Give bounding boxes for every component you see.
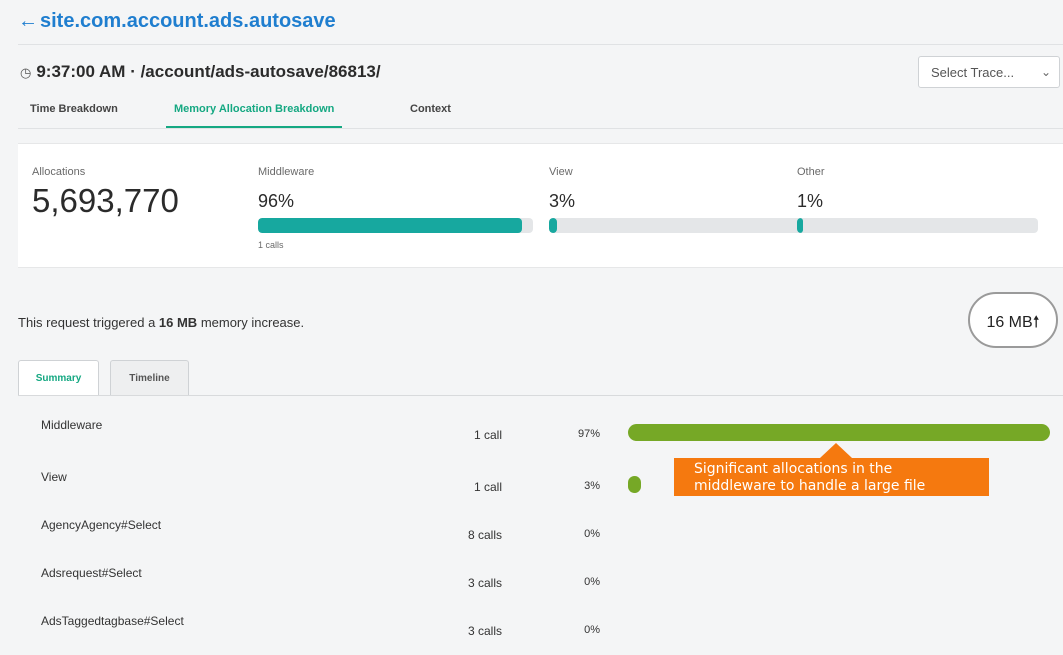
increase-prefix: This request triggered a	[18, 315, 159, 330]
tab-time-breakdown[interactable]: Time Breakdown	[30, 96, 118, 128]
row-name: View	[41, 470, 67, 484]
back-link-label: site.com.account.ads.autosave	[40, 10, 336, 32]
increase-suffix: memory increase.	[197, 315, 305, 330]
tab-timeline[interactable]: Timeline	[110, 360, 189, 395]
row-percent: 3%	[584, 480, 600, 492]
other-percent: 1%	[797, 191, 824, 211]
chevron-down-icon: ⌄	[1040, 65, 1051, 79]
middleware-progress-fill	[258, 218, 522, 233]
other-progress-fill	[797, 218, 804, 233]
annotation-callout: Significant allocations in the middlewar…	[674, 458, 989, 496]
header-divider	[18, 44, 1063, 45]
row-percent: 0%	[584, 528, 600, 540]
row-bar	[628, 476, 641, 493]
row-percent: 0%	[584, 576, 600, 588]
increase-amount: 16 MB	[158, 315, 198, 330]
row-calls: 3 calls	[467, 576, 502, 590]
row-name: AdsTaggedtagbase#Select	[41, 614, 184, 628]
row-calls: 3 calls	[467, 624, 502, 638]
row-name: Middleware	[41, 418, 103, 432]
middleware-percent: 96%	[258, 191, 295, 211]
row-percent: 97%	[577, 428, 600, 440]
trace-title: ◷ 9:37:00 AM · /account/ads-autosave/8681…	[20, 62, 381, 82]
back-arrow-icon: ←	[18, 10, 38, 32]
view-progress-bar	[549, 218, 824, 233]
memory-increase-text: This request triggered a 16 MB memory in…	[18, 315, 304, 330]
middleware-calls: 1 calls	[258, 240, 284, 250]
arrow-up-icon: 🠕	[1032, 314, 1040, 331]
table-row: Middleware 1 call 97%	[0, 396, 1063, 446]
trace-title-text: 9:37:00 AM · /account/ads-autosave/86813…	[36, 62, 381, 81]
middleware-progress-bar	[258, 218, 533, 233]
back-link[interactable]: ← site.com.account.ads.autosave	[18, 10, 336, 33]
clock-icon: ◷	[20, 65, 32, 80]
view-percent: 3%	[549, 191, 576, 211]
allocations-label: Allocations	[32, 166, 86, 178]
memory-increase-badge: 16 MB🠕	[968, 292, 1058, 348]
other-label: Other	[797, 166, 825, 178]
row-calls: 8 calls	[467, 528, 502, 542]
select-trace-dropdown[interactable]: Select Trace... ⌄	[918, 56, 1060, 88]
row-name: AgencyAgency#Select	[41, 518, 162, 532]
row-percent: 0%	[584, 624, 600, 636]
tabs-divider	[18, 128, 1063, 129]
tab-context[interactable]: Context	[410, 96, 451, 128]
select-trace-label: Select Trace...	[931, 65, 1015, 80]
middleware-label: Middleware	[258, 166, 315, 178]
table-row: AdsTaggedtagbase#Select 3 calls 0%	[0, 592, 1063, 642]
row-calls: 1 call	[473, 428, 502, 442]
other-progress-bar	[797, 218, 1038, 233]
view-progress-fill	[549, 218, 558, 233]
breakdown-tabs: Time Breakdown Memory Allocation Breakdo…	[18, 96, 1063, 128]
allocations-card: Allocations 5,693,770 Middleware 96% 1 c…	[18, 143, 1063, 268]
badge-value: 16 MB	[986, 314, 1033, 331]
callout-line-1: Significant allocations in the	[694, 461, 893, 477]
row-bar	[628, 424, 1050, 441]
row-name: Adsrequest#Select	[41, 566, 142, 580]
table-row: AgencyAgency#Select 8 calls 0%	[0, 496, 1063, 546]
callout-line-2: middleware to handle a large file	[694, 478, 926, 494]
view-label: View	[549, 166, 573, 178]
callout-pointer	[820, 443, 852, 458]
tab-summary[interactable]: Summary	[18, 360, 99, 396]
allocations-total: 5,693,770	[32, 182, 179, 219]
tab-memory-allocation-breakdown[interactable]: Memory Allocation Breakdown	[166, 96, 343, 128]
table-row: Adsrequest#Select 3 calls 0%	[0, 544, 1063, 594]
row-calls: 1 call	[473, 480, 502, 494]
